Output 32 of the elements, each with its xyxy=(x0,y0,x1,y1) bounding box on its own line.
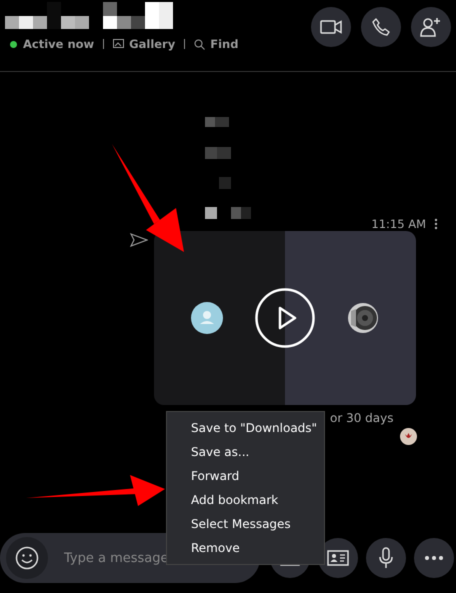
phone-icon xyxy=(372,18,390,36)
reaction-avatar-icon xyxy=(400,428,417,445)
message-time: 11:15 AM xyxy=(371,217,426,231)
contact-card-icon xyxy=(327,550,349,566)
smiley-icon xyxy=(15,546,39,570)
more-icon xyxy=(424,556,444,560)
caption-text: or 30 days xyxy=(330,411,394,425)
play-button[interactable] xyxy=(255,288,315,348)
menu-item[interactable]: Add bookmark xyxy=(167,488,324,512)
menu-item[interactable]: Save as... xyxy=(167,440,324,464)
call-button[interactable] xyxy=(361,7,401,47)
video-camera-icon xyxy=(320,20,342,34)
microphone-button[interactable] xyxy=(366,538,406,578)
status-text: Active now xyxy=(23,37,94,51)
avatar-icon xyxy=(191,302,223,334)
search-icon xyxy=(194,38,206,50)
menu-item[interactable]: Remove xyxy=(167,536,324,560)
menu-item[interactable]: Forward xyxy=(167,464,324,488)
header-link[interactable]: Find xyxy=(194,37,238,51)
video-message[interactable] xyxy=(154,231,416,405)
add-person-button[interactable] xyxy=(411,7,451,47)
header-link[interactable]: Gallery xyxy=(113,37,176,51)
menu-item[interactable]: Save to "Downloads" xyxy=(167,416,324,440)
microphone-icon xyxy=(378,547,394,569)
menu-item[interactable]: Select Messages xyxy=(167,512,324,536)
more-button[interactable] xyxy=(414,538,454,578)
emoji-button[interactable] xyxy=(6,537,48,579)
gallery-icon xyxy=(113,39,124,49)
send-icon xyxy=(130,233,148,247)
more-options-button[interactable] xyxy=(434,218,438,230)
add-person-icon xyxy=(420,17,442,37)
video-call-button[interactable] xyxy=(311,7,351,47)
